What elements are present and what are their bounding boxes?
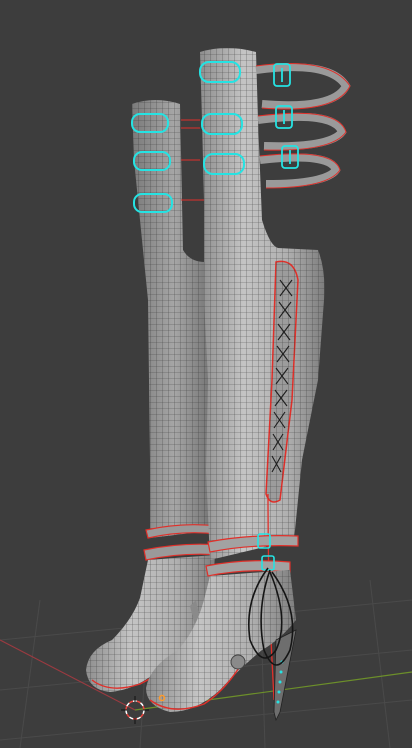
toe-ornament [230,654,246,670]
3d-viewport[interactable] [0,0,412,748]
back-boot[interactable] [86,100,223,692]
buckle-straps [255,63,351,188]
stiletto-heel [273,629,297,722]
